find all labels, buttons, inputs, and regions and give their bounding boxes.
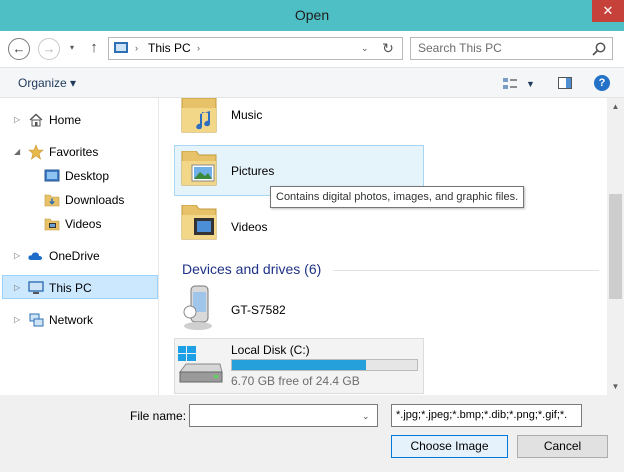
file-name-input[interactable]	[189, 404, 378, 427]
sidebar-item-downloads[interactable]: Downloads	[65, 189, 124, 211]
cancel-button[interactable]: Cancel	[517, 435, 608, 458]
videos-folder-icon[interactable]	[180, 205, 220, 241]
computer-icon	[28, 281, 44, 294]
sidebar-item-desktop[interactable]: Desktop	[65, 165, 109, 187]
view-options-dropdown[interactable]: ▼	[526, 76, 536, 92]
scroll-down-button[interactable]: ▼	[607, 378, 624, 395]
disk-usage-fill	[232, 360, 366, 370]
computer-icon	[114, 42, 128, 53]
breadcrumb-chevron-icon[interactable]: ›	[135, 40, 138, 56]
refresh-button[interactable]: ↻	[378, 38, 398, 58]
desktop-icon	[44, 169, 60, 182]
devices-and-drives-header[interactable]: Devices and drives (6)	[182, 260, 321, 278]
choose-image-button[interactable]: Choose Image	[391, 435, 508, 458]
change-view-icon[interactable]	[502, 76, 518, 92]
disk-free-space: 6.70 GB free of 24.4 GB	[231, 374, 360, 388]
collapse-arrow-icon[interactable]: ◢	[14, 141, 20, 163]
help-icon[interactable]: ?	[594, 75, 610, 91]
expand-arrow-icon[interactable]: ▷	[14, 277, 20, 299]
forward-button[interactable]: →	[38, 38, 60, 60]
videos-folder-icon	[44, 218, 60, 231]
tooltip: Contains digital photos, images, and gra…	[270, 186, 525, 208]
sidebar-item-home[interactable]: Home	[49, 109, 81, 131]
organize-button[interactable]: Organize ▾	[18, 74, 76, 92]
back-button[interactable]: ←	[8, 38, 30, 60]
music-folder-icon[interactable]	[180, 98, 220, 134]
address-dropdown-icon[interactable]: ⌄	[361, 40, 369, 56]
downloads-folder-icon	[44, 194, 60, 207]
home-icon	[29, 113, 43, 127]
file-name-label: File name:	[130, 409, 187, 423]
cloud-icon	[28, 252, 42, 260]
up-button[interactable]: ↑	[86, 38, 102, 58]
pictures-folder-icon[interactable]	[180, 151, 220, 187]
sidebar-item-onedrive[interactable]: OneDrive	[49, 245, 100, 267]
expand-arrow-icon[interactable]: ▷	[14, 309, 20, 331]
device-gt-s7582[interactable]: GT-S7582	[231, 302, 286, 318]
disk-label[interactable]: Local Disk (C:)	[231, 342, 310, 358]
sidebar-item-this-pc[interactable]: This PC	[49, 277, 92, 299]
section-divider	[333, 270, 599, 271]
phone-icon[interactable]	[180, 284, 216, 332]
folder-music[interactable]: Music	[231, 107, 262, 123]
sidebar-item-network[interactable]: Network	[49, 309, 93, 331]
folder-pictures[interactable]: Pictures	[231, 163, 274, 179]
preview-pane-icon[interactable]	[557, 75, 573, 91]
scroll-thumb[interactable]	[609, 194, 622, 299]
disk-icon	[178, 346, 223, 383]
expand-arrow-icon[interactable]: ▷	[14, 109, 20, 131]
breadcrumb-this-pc[interactable]: This PC	[148, 37, 191, 59]
file-type-filter-select[interactable]: *.jpg;*.jpeg;*.bmp;*.dib;*.png;*.gif;*.	[391, 404, 582, 427]
recent-locations-button[interactable]: ▾	[66, 41, 78, 55]
search-placeholder: Search This PC	[418, 41, 502, 55]
sidebar-item-favorites[interactable]: Favorites	[49, 141, 98, 163]
sidebar-item-videos[interactable]: Videos	[65, 213, 101, 235]
star-icon	[28, 144, 44, 160]
breadcrumb-chevron-icon[interactable]: ›	[197, 40, 200, 56]
folder-videos[interactable]: Videos	[231, 219, 267, 235]
search-icon[interactable]	[591, 41, 607, 57]
expand-arrow-icon[interactable]: ▷	[14, 245, 20, 267]
window-title: Open	[294, 7, 330, 23]
network-icon	[29, 313, 44, 327]
scroll-up-button[interactable]: ▲	[607, 98, 624, 115]
file-name-dropdown-icon[interactable]: ⌄	[362, 407, 370, 425]
close-button[interactable]: ✕	[592, 0, 624, 22]
